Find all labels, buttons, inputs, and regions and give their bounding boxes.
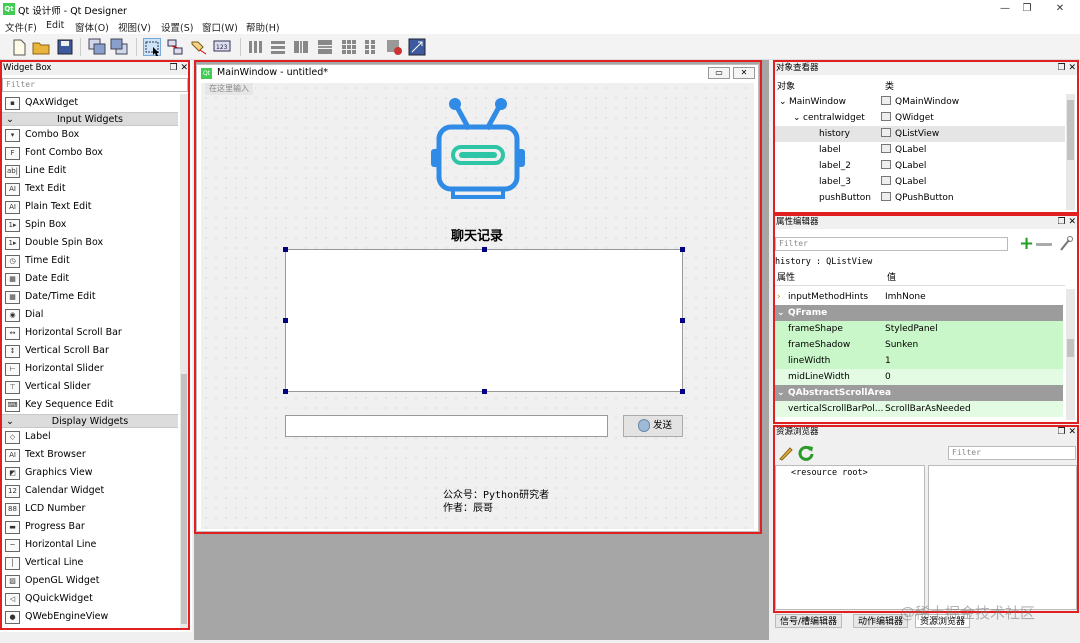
close-button[interactable]: ✕: [1045, 1, 1075, 16]
open-folder-icon[interactable]: [32, 38, 50, 56]
highlight-form: [194, 60, 762, 534]
window-title: Qt 设计师 - Qt Designer: [18, 6, 127, 17]
save-icon[interactable]: [56, 38, 74, 56]
break-layout-icon[interactable]: [385, 38, 403, 56]
layout-grid-icon[interactable]: [340, 38, 358, 56]
menu-help[interactable]: 帮助(H): [246, 20, 280, 34]
layout-horizontal-icon[interactable]: [247, 38, 265, 56]
qt-logo-icon: Qt: [3, 3, 15, 15]
maximize-button[interactable]: ❐: [1012, 1, 1042, 16]
layout-form-icon[interactable]: [362, 38, 380, 56]
title-bar: Qt Qt 设计师 - Qt Designer — ❐ ✕: [0, 0, 1080, 18]
menu-file[interactable]: 文件(F): [5, 20, 37, 34]
menu-form[interactable]: 窗体(O): [75, 20, 109, 34]
watermark-text: @稀土掘金技术社区: [900, 604, 1036, 622]
highlight-resource-browser: [773, 425, 1079, 613]
menu-bar: 文件(F) Edit 窗体(O) 视图(V) 设置(S) 窗口(W) 帮助(H): [0, 18, 1080, 34]
new-file-icon[interactable]: [10, 38, 28, 56]
toolbar: 123: [0, 34, 1080, 60]
adjust-size-icon[interactable]: [408, 38, 426, 56]
highlight-widget-box: [0, 60, 190, 630]
tab-order-icon[interactable]: 123: [213, 38, 231, 56]
edit-signals-icon[interactable]: [166, 38, 184, 56]
layout-v-splitter-icon[interactable]: [316, 38, 334, 56]
highlight-property-editor: [773, 214, 1079, 424]
edit-widgets-icon[interactable]: [143, 38, 161, 56]
svg-text:123: 123: [216, 44, 228, 51]
bring-front-icon[interactable]: [88, 38, 106, 56]
edit-buddies-icon[interactable]: [190, 38, 208, 56]
menu-edit[interactable]: Edit: [46, 20, 64, 31]
menu-window[interactable]: 窗口(W): [202, 20, 238, 34]
send-back-icon[interactable]: [110, 38, 128, 56]
highlight-object-inspector: [773, 60, 1079, 214]
layout-vertical-icon[interactable]: [269, 38, 287, 56]
layout-h-splitter-icon[interactable]: [292, 38, 310, 56]
menu-view[interactable]: 视图(V): [118, 20, 151, 34]
menu-settings[interactable]: 设置(S): [161, 20, 193, 34]
tab-signal-slot-editor[interactable]: 信号/槽编辑器: [775, 614, 843, 628]
